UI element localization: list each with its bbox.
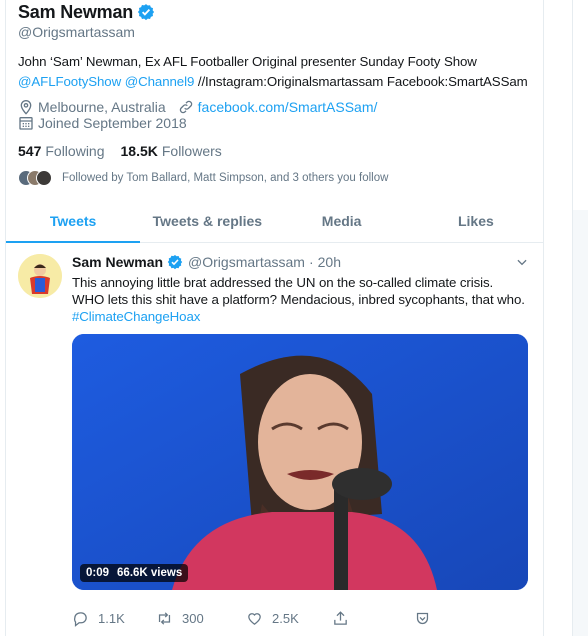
bio-mention-aflfootyshow[interactable]: @AFLFootyShow [18, 74, 121, 89]
tweet-separator: · [308, 254, 314, 270]
follower-avatars [18, 170, 52, 186]
verified-badge-icon [167, 255, 183, 270]
followed-by-row[interactable]: Followed by Tom Ballard, Matt Simpson, a… [18, 170, 531, 186]
profile-joined: Joined September 2018 [38, 115, 187, 131]
profile-website-link[interactable]: facebook.com/SmartASSam/ [198, 99, 378, 115]
tab-likes[interactable]: Likes [409, 207, 543, 242]
followers-count: 18.5K [120, 143, 158, 159]
tweet-hashtag[interactable]: #ClimateChangeHoax [72, 309, 200, 324]
tweet-analytics-button[interactable] [414, 610, 440, 627]
reply-count: 1.1K [98, 611, 125, 626]
video-duration: 0:09 [86, 567, 110, 579]
tweet-text: This annoying little brat addressed the … [72, 274, 528, 325]
tweet-body: This annoying little brat addressed the … [72, 275, 525, 307]
following-label: Following [45, 143, 105, 159]
retweet-count: 300 [182, 611, 204, 626]
right-sidebar-edge [572, 0, 588, 636]
bio-mention-channel9[interactable]: @Channel9 [125, 74, 195, 89]
profile-bio: John ‘Sam’ Newman, Ex AFL Footballer Ori… [18, 52, 531, 92]
verified-badge-icon [137, 4, 155, 21]
chevron-down-icon[interactable] [515, 255, 529, 269]
bio-text: John ‘Sam’ Newman, Ex AFL Footballer Ori… [18, 54, 477, 69]
like-button[interactable]: 2.5K [246, 610, 332, 627]
tweet-actions: 1.1K 300 2.5K [72, 610, 528, 627]
followed-by-text: Followed by Tom Ballard, Matt Simpson, a… [62, 172, 389, 184]
profile-joined-row: Joined September 2018 [18, 115, 531, 131]
video-thumbnail-image [72, 334, 528, 590]
profile-meta: Melbourne, Australia facebook.com/SmartA… [18, 99, 531, 115]
tweet-author-name[interactable]: Sam Newman [72, 254, 163, 270]
tab-media[interactable]: Media [275, 207, 409, 242]
followers-label: Followers [161, 143, 222, 159]
video-views: 66.6K views [117, 567, 183, 579]
retweet-icon [158, 612, 171, 625]
followers-link[interactable]: 18.5K Followers [121, 143, 222, 159]
tweet-timestamp[interactable]: 20h [318, 254, 341, 270]
tweet-analytics-icon [416, 612, 429, 625]
profile-counts: 547 Following 18.5K Followers [18, 143, 531, 159]
tab-tweets[interactable]: Tweets [6, 207, 141, 243]
link-icon [179, 100, 192, 114]
avatar [36, 170, 52, 186]
share-icon [334, 611, 347, 625]
following-count: 547 [18, 143, 42, 159]
main-column: Sam Newman @Origsmartassam John ‘Sam’ Ne… [5, 0, 544, 636]
like-count: 2.5K [272, 611, 299, 626]
profile-tabs: Tweets Tweets & replies Media Likes [6, 207, 543, 243]
reply-icon [74, 612, 87, 627]
retweet-button[interactable]: 300 [156, 610, 246, 627]
profile-name: Sam Newman [18, 1, 134, 22]
following-link[interactable]: 547 Following [18, 143, 105, 159]
tab-tweets-replies[interactable]: Tweets & replies [140, 207, 274, 242]
profile-handle: @Origsmartassam [18, 24, 135, 40]
reply-button[interactable]: 1.1K [72, 610, 156, 627]
tweet-avatar[interactable] [18, 254, 62, 298]
calendar-icon [19, 117, 33, 130]
superhero-avatar-image [18, 254, 62, 298]
bio-text-suffix: //Instagram:Originalsmartassam Facebook:… [197, 74, 528, 89]
tweet-author-handle[interactable]: @Origsmartassam [188, 254, 305, 270]
tweet-video[interactable]: 0:09 66.6K views [72, 334, 528, 590]
like-icon [248, 613, 261, 625]
share-button[interactable] [332, 610, 414, 627]
video-info-badge: 0:09 66.6K views [80, 564, 189, 582]
tweet[interactable]: Sam Newman @Origsmartassam · 20h This an… [6, 243, 543, 627]
profile-location: Melbourne, Australia [38, 99, 166, 115]
location-pin-icon [20, 100, 32, 115]
profile-header: Sam Newman @Origsmartassam John ‘Sam’ Ne… [6, 1, 543, 186]
